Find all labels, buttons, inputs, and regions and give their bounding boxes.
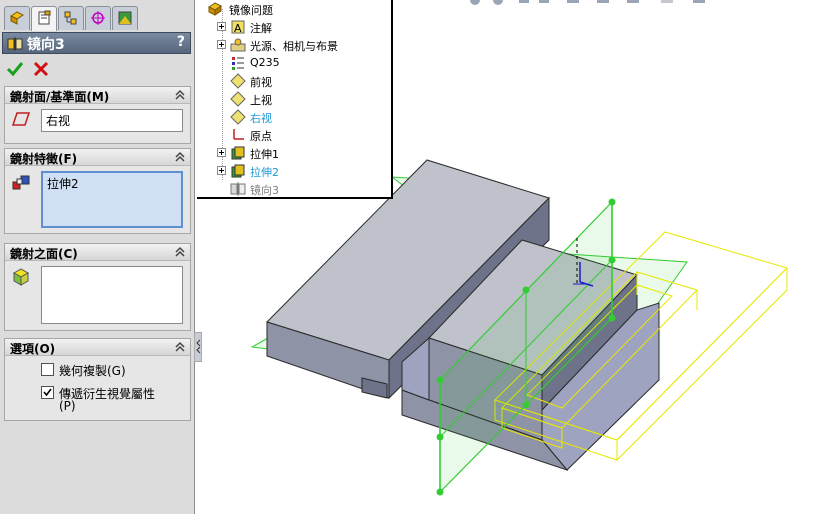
- material-icon: [232, 57, 244, 70]
- mirror-features-header[interactable]: 鏡射特徵(F): [5, 149, 190, 166]
- tree-item-label: 上视: [250, 94, 272, 107]
- origin-icon: [233, 129, 244, 140]
- expand-toggle[interactable]: [217, 148, 226, 157]
- tab-feature-manager[interactable]: [4, 6, 30, 30]
- mirror-faces-group: 鏡射之面(C): [4, 243, 191, 331]
- tree-item-label: Q235: [250, 56, 280, 69]
- help-button[interactable]: ?: [177, 34, 185, 50]
- collapse-chevron-icon[interactable]: [174, 89, 186, 101]
- tree-item[interactable]: A 注解: [197, 18, 393, 36]
- tree-item[interactable]: 拉伸2: [197, 162, 393, 180]
- tab-configuration-manager[interactable]: [58, 6, 84, 30]
- feature-manager-icon: [10, 11, 24, 25]
- propagate-visual-checkbox[interactable]: [41, 386, 54, 399]
- lights-camera-icon: [230, 38, 246, 52]
- property-manager-title-bar: 镜向3 ?: [2, 32, 191, 54]
- mirror-faces-list[interactable]: [41, 266, 183, 324]
- svg-text:A: A: [234, 22, 242, 35]
- options-group: 選項(O) 幾何複製(G) 傳遞衍生視覺屬性 (P): [4, 338, 191, 421]
- mirror-face-group: 鏡射面/基準面(M) 右视: [4, 86, 191, 144]
- options-header[interactable]: 選項(O): [5, 339, 190, 356]
- configuration-manager-icon: [64, 11, 77, 25]
- annotation-icon: A: [231, 20, 245, 35]
- tree-item[interactable]: 光源、相机与布景: [197, 36, 393, 54]
- mirror-icon: [7, 37, 23, 51]
- mirror-faces-header[interactable]: 鏡射之面(C): [5, 244, 190, 261]
- tree-item-label: 右视: [250, 112, 272, 125]
- tree-root-item[interactable]: 镜像问题: [197, 0, 393, 18]
- tree-item-label: 镜向3: [250, 184, 279, 197]
- tree-item[interactable]: Q235: [197, 54, 393, 72]
- panel-splitter-handle[interactable]: [194, 332, 202, 362]
- plane-selection-icon: [11, 112, 31, 126]
- tab-property-manager[interactable]: [31, 6, 57, 31]
- plane-icon: [230, 91, 246, 107]
- plane-icon: [230, 109, 246, 125]
- ok-check-icon[interactable]: [6, 60, 24, 78]
- collapse-chevron-icon[interactable]: [174, 151, 186, 163]
- collapse-chevron-icon[interactable]: [174, 246, 186, 258]
- mirror-plane-field[interactable]: 右视: [41, 109, 183, 132]
- checkmark-icon: [43, 388, 52, 397]
- mirror-icon: [230, 182, 246, 196]
- tree-item-label: 拉伸2: [250, 166, 279, 179]
- extrude-icon: [231, 164, 245, 178]
- tree-item-label: 原点: [250, 130, 272, 143]
- property-manager-panel: 镜向3 ? 鏡射面/基準面(M) 右视 鏡射特徵(F) 拉伸2 鏡射之面(C) …: [0, 0, 202, 514]
- geometry-pattern-checkbox[interactable]: [41, 363, 54, 376]
- tree-item[interactable]: 上视: [197, 90, 393, 108]
- mirror-features-list[interactable]: 拉伸2: [41, 171, 183, 228]
- list-item[interactable]: 拉伸2: [47, 175, 177, 192]
- display-manager-icon: [118, 11, 132, 25]
- tab-dimxpert[interactable]: [85, 6, 111, 30]
- manager-tabs: [0, 6, 195, 31]
- feature-tree-flyout: 镜像问题 A 注解光源、相机与布景 Q235 前视上视右视原点拉伸1 拉伸2 镜向3: [197, 0, 393, 199]
- extrude-icon: [231, 146, 245, 160]
- mirror-features-group: 鏡射特徵(F) 拉伸2: [4, 148, 191, 234]
- collapse-chevron-icon[interactable]: [174, 341, 186, 353]
- tree-item-label: 注解: [250, 22, 272, 35]
- features-selection-icon: [12, 175, 30, 190]
- tab-display-manager[interactable]: [112, 6, 138, 30]
- tree-item[interactable]: 拉伸1: [197, 144, 393, 162]
- property-manager-icon: [38, 10, 51, 25]
- plane-icon: [230, 73, 246, 89]
- tree-item-label: 拉伸1: [250, 148, 279, 161]
- expand-toggle[interactable]: [217, 22, 226, 31]
- tree-item[interactable]: 镜向3: [197, 180, 393, 198]
- cancel-x-icon[interactable]: [32, 60, 50, 78]
- part-icon: [208, 2, 222, 16]
- mirror-face-header[interactable]: 鏡射面/基準面(M): [5, 87, 190, 104]
- tree-item[interactable]: 原点: [197, 126, 393, 144]
- faces-selection-icon: [12, 268, 30, 286]
- view-toolbar[interactable]: [470, 0, 705, 5]
- expand-toggle[interactable]: [217, 166, 226, 175]
- tree-root-label: 镜像问题: [229, 4, 273, 17]
- tree-item[interactable]: 右视: [197, 108, 393, 126]
- dimxpert-icon: [91, 11, 105, 25]
- tree-item[interactable]: 前视: [197, 72, 393, 90]
- property-manager-title: 镜向3: [27, 37, 65, 53]
- tree-item-label: 前视: [250, 76, 272, 89]
- tree-item-label: 光源、相机与布景: [250, 40, 338, 53]
- expand-toggle[interactable]: [217, 40, 226, 49]
